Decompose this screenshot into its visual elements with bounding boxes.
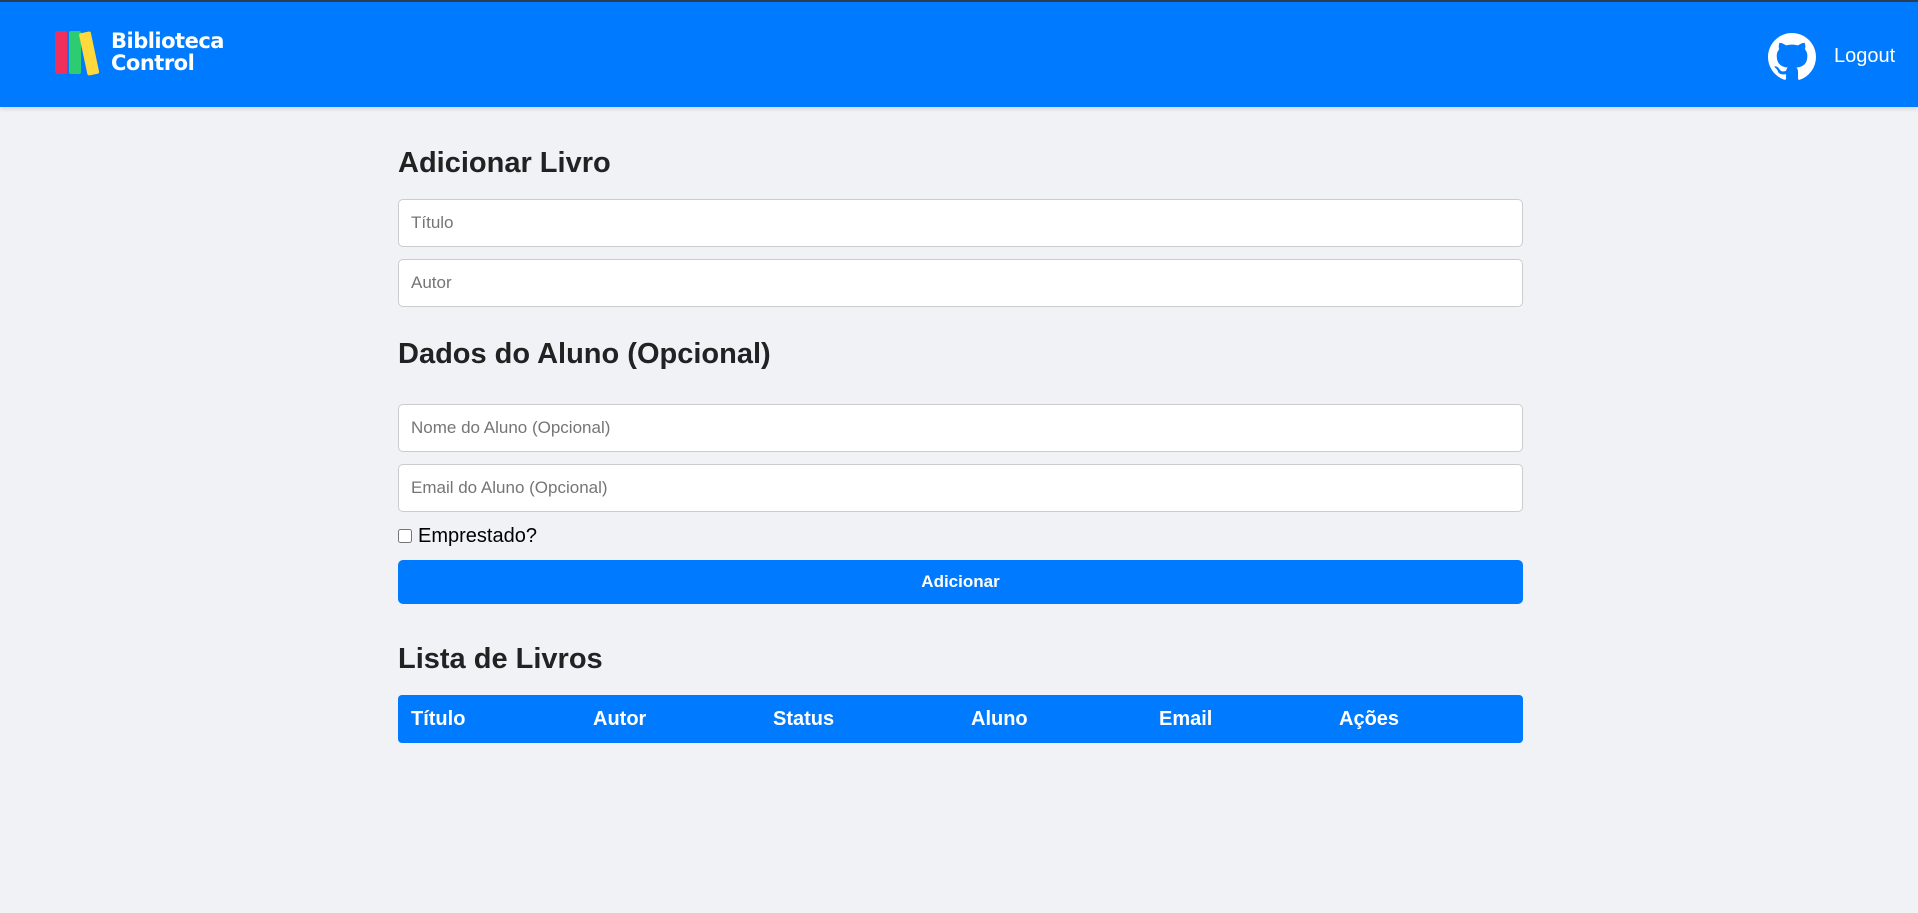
book-list-title: Lista de Livros — [398, 643, 603, 675]
brand-name: Biblioteca Control — [111, 30, 224, 74]
github-link[interactable] — [1768, 33, 1816, 81]
logo-icon — [55, 31, 100, 76]
logout-button[interactable]: Logout — [1834, 44, 1895, 68]
student-data-title: Dados do Aluno (Opcional) — [398, 338, 771, 370]
column-header-email: Email — [1159, 708, 1213, 730]
column-header-title: Título — [411, 708, 466, 730]
loaned-label[interactable]: Emprestado? — [418, 525, 537, 547]
book-title-input[interactable] — [398, 199, 1523, 247]
column-header-student: Aluno — [971, 708, 1028, 730]
brand-line-1: Biblioteca — [111, 29, 224, 53]
top-navbar: Biblioteca Control Logout — [0, 0, 1918, 107]
column-header-author: Autor — [593, 708, 647, 730]
add-button[interactable]: Adicionar — [398, 560, 1523, 604]
loaned-row: Emprestado? — [398, 525, 537, 547]
github-icon — [1768, 33, 1816, 80]
column-header-actions: Ações — [1339, 708, 1400, 730]
student-name-input[interactable] — [398, 404, 1523, 452]
brand-logo[interactable]: Biblioteca Control — [54, 28, 224, 76]
brand-line-2: Control — [111, 51, 195, 75]
column-header-status: Status — [773, 708, 835, 730]
student-email-input[interactable] — [398, 464, 1523, 512]
add-book-title: Adicionar Livro — [398, 147, 611, 179]
book-author-input[interactable] — [398, 259, 1523, 307]
books-table-header: Título Autor Status Aluno Email Ações — [398, 695, 1523, 743]
loaned-checkbox[interactable] — [398, 529, 412, 543]
